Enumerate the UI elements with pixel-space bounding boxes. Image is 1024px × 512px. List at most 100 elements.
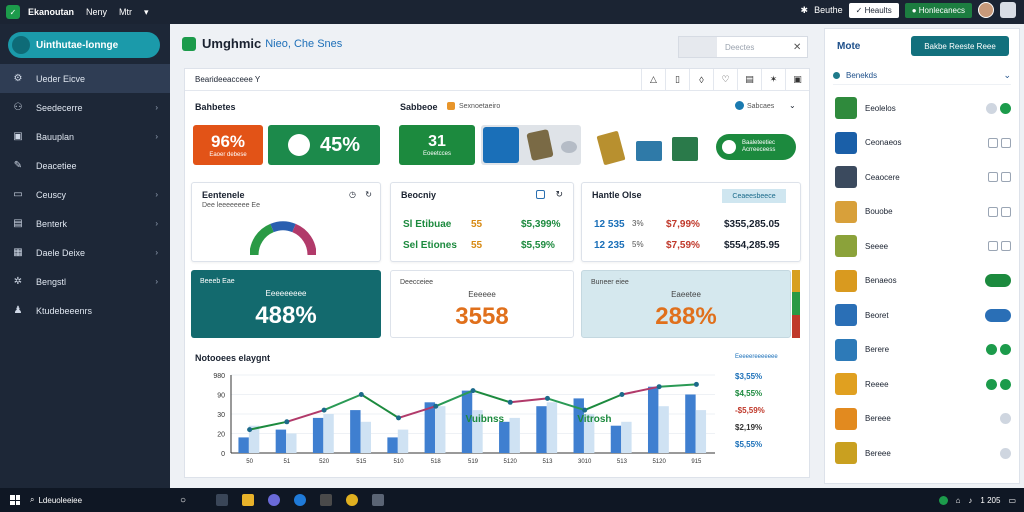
right-panel-item-controls[interactable] bbox=[986, 102, 1011, 114]
chrome-icon[interactable] bbox=[346, 494, 359, 506]
stat-card-2[interactable]: Deecceiee Eeeeee 3558 bbox=[390, 270, 574, 338]
chevron-down-icon[interactable]: ⌄ bbox=[789, 101, 796, 110]
volume-icon[interactable]: ♪ bbox=[968, 496, 972, 505]
chart-link[interactable]: Eeeeereeeeeee bbox=[735, 354, 778, 360]
right-panel-item-controls[interactable] bbox=[986, 378, 1011, 390]
checkbox[interactable] bbox=[1001, 241, 1011, 251]
right-panel-item-controls[interactable] bbox=[1000, 413, 1011, 424]
sidebar-item-7[interactable]: ✲ Bengstl › bbox=[0, 267, 170, 296]
search-input[interactable]: Deectes bbox=[717, 43, 793, 52]
right-panel-item[interactable]: Reeee bbox=[835, 369, 1011, 399]
tile-3[interactable]: 31 Eoeetcces bbox=[399, 125, 475, 165]
warning-icon[interactable]: △ bbox=[641, 68, 665, 91]
stat-card-1[interactable]: Beeeb Eae Eeeeeeeee 488% bbox=[191, 270, 381, 338]
right-panel-item[interactable]: Seeee bbox=[835, 231, 1011, 261]
bulb-icon[interactable]: ♡ bbox=[713, 68, 737, 91]
app-icon[interactable] bbox=[320, 494, 333, 506]
file-explorer-icon[interactable] bbox=[242, 494, 255, 506]
avatar[interactable] bbox=[978, 2, 994, 18]
page-icon[interactable]: ▯ bbox=[665, 68, 689, 91]
right-panel-item[interactable]: Eeolelos bbox=[835, 93, 1011, 123]
gear-icon[interactable]: ✱ bbox=[801, 5, 809, 16]
search-filter[interactable] bbox=[679, 37, 717, 57]
task-view-icon[interactable] bbox=[216, 494, 229, 506]
tile-2[interactable]: 45% bbox=[268, 125, 380, 165]
edge-icon[interactable] bbox=[294, 494, 307, 506]
tile-1[interactable]: 96% Eaoer debese bbox=[193, 125, 263, 165]
close-icon[interactable]: ✕ bbox=[793, 42, 807, 53]
sidebar-item-2[interactable]: ▣ Bauuplan › bbox=[0, 122, 170, 151]
cortana-icon[interactable]: ○ bbox=[180, 495, 186, 506]
right-panel-item[interactable]: Ceonaeos bbox=[835, 128, 1011, 158]
right-panel-item-controls[interactable] bbox=[985, 308, 1011, 322]
list-icon[interactable]: ▤ bbox=[737, 68, 761, 91]
sidebar-item-1[interactable]: ⚇ Seedecerre › bbox=[0, 93, 170, 122]
header-white-button[interactable]: ✓ Heaults bbox=[848, 2, 899, 18]
status-dot[interactable] bbox=[986, 378, 997, 390]
app-icon[interactable] bbox=[268, 494, 281, 506]
right-panel-item-controls[interactable] bbox=[988, 206, 1011, 217]
right-panel-item-controls[interactable] bbox=[1000, 447, 1011, 459]
profile-icon[interactable] bbox=[1000, 2, 1016, 18]
radio-dot[interactable] bbox=[1000, 447, 1011, 459]
tile-action-button[interactable]: Baaleteetiec Acrreeceess bbox=[716, 134, 796, 160]
toolbar-label[interactable]: Bearideeacceee Y bbox=[195, 75, 260, 84]
section-right-label[interactable]: Sabcaes bbox=[747, 103, 774, 110]
header-green-button[interactable]: ● Honlecanecs bbox=[904, 2, 972, 18]
right-panel-item[interactable]: Benaeos bbox=[835, 266, 1011, 296]
status-dot[interactable] bbox=[1000, 102, 1011, 114]
radio-dot[interactable] bbox=[1000, 413, 1011, 424]
refresh-icon[interactable]: ↻ bbox=[365, 190, 372, 199]
checkbox[interactable] bbox=[1001, 137, 1011, 148]
right-panel-button[interactable]: Bakbe Reeste Reee bbox=[911, 36, 1009, 56]
checkbox[interactable] bbox=[988, 241, 998, 251]
checkbox[interactable] bbox=[988, 206, 998, 217]
right-panel-item-controls[interactable] bbox=[988, 137, 1011, 148]
status-dot[interactable] bbox=[1000, 378, 1011, 390]
sidebar-item-4[interactable]: ▭ Ceuscy › bbox=[0, 180, 170, 209]
chevron-down-icon[interactable]: ▾ bbox=[144, 7, 149, 18]
right-panel-item[interactable]: Ceaocere bbox=[835, 162, 1011, 192]
sidebar-brand[interactable]: Uinthutae-lonnge bbox=[8, 32, 160, 58]
star-icon[interactable]: ✶ bbox=[761, 68, 785, 91]
search-bar[interactable]: Deectes ✕ bbox=[678, 36, 808, 58]
right-panel-item-controls[interactable] bbox=[986, 344, 1011, 355]
tile-4[interactable] bbox=[481, 125, 581, 165]
network-icon[interactable]: ⌂ bbox=[956, 496, 961, 505]
sidebar-item-3[interactable]: ✎ Deacetiee bbox=[0, 151, 170, 180]
checkbox[interactable] bbox=[988, 172, 998, 182]
circle-arrow-icon[interactable]: ◷ bbox=[349, 190, 356, 199]
radio-dot[interactable] bbox=[986, 102, 997, 114]
right-panel-item-controls[interactable] bbox=[988, 241, 1011, 251]
checkbox[interactable] bbox=[988, 137, 998, 148]
window-icon[interactable] bbox=[536, 190, 545, 199]
status-icon[interactable] bbox=[938, 495, 948, 505]
sidebar-item-8[interactable]: ♟ Ktudebeeenrs bbox=[0, 296, 170, 325]
windows-start-icon[interactable] bbox=[10, 495, 20, 505]
checkbox[interactable] bbox=[1001, 206, 1011, 217]
menu-item-2[interactable]: Mtr bbox=[119, 7, 132, 17]
right-panel-item[interactable]: Berere bbox=[835, 335, 1011, 365]
right-panel-item[interactable]: Bereee bbox=[835, 438, 1011, 468]
right-panel-item-controls[interactable] bbox=[985, 274, 1011, 287]
pin-icon[interactable]: ◊ bbox=[689, 68, 713, 91]
menu-item-1[interactable]: Neny bbox=[86, 7, 107, 17]
sidebar-item-0[interactable]: ⚙ Ueder Eicve bbox=[0, 64, 170, 93]
right-panel-item[interactable]: Bereee bbox=[835, 404, 1011, 434]
right-panel-item[interactable]: Bouobe bbox=[835, 197, 1011, 227]
card-table-tag[interactable]: Ceaeesbeece bbox=[722, 189, 786, 203]
notification-icon[interactable]: ▭ bbox=[1008, 496, 1016, 505]
status-dot[interactable] bbox=[986, 344, 997, 355]
status-dot[interactable] bbox=[1000, 344, 1011, 355]
taskbar-search[interactable]: ⌕ Ldeuoleeiee bbox=[30, 495, 180, 505]
sidebar-item-6[interactable]: ▦ Daele Deixe › bbox=[0, 238, 170, 267]
toggle-switch[interactable] bbox=[985, 308, 1011, 322]
app-icon[interactable] bbox=[372, 494, 385, 506]
right-panel-group[interactable]: Benekds ⌄ bbox=[833, 67, 1011, 85]
right-panel-item[interactable]: Beoret bbox=[835, 300, 1011, 330]
right-panel-item-controls[interactable] bbox=[988, 172, 1011, 182]
sidebar-item-5[interactable]: ▤ Benterk › bbox=[0, 209, 170, 238]
window-icon[interactable]: ▣ bbox=[785, 68, 809, 91]
settings-label[interactable]: Beuthe bbox=[814, 5, 843, 15]
checkbox[interactable] bbox=[1001, 172, 1011, 182]
